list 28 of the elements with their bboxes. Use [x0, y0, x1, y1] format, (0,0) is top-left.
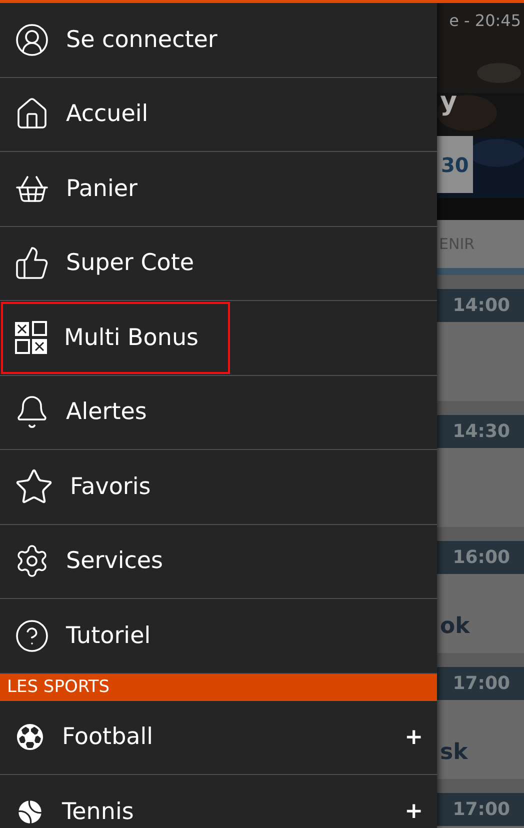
section-header: LES SPORTS [0, 674, 437, 700]
thumbs-up-icon [14, 245, 50, 282]
menu-item[interactable]: Se connecter [0, 3, 437, 78]
event-card[interactable] [437, 322, 524, 401]
menu-item[interactable]: Super Cote [0, 226, 437, 301]
event-header: 14:30 [437, 415, 524, 448]
event-header: 17:00 [437, 667, 524, 700]
menu-item[interactable]: Panier [0, 152, 437, 226]
menu-item[interactable]: Services [0, 524, 437, 599]
sport-item[interactable]: Football + [0, 700, 437, 775]
menu-item[interactable]: Multi Bonus [0, 301, 437, 376]
event-header: 14:00 [437, 289, 524, 322]
status-text: e - 20:45 [449, 11, 521, 30]
banner-title: y [440, 87, 457, 117]
event-header: 17:00 [437, 793, 524, 826]
user-icon [14, 22, 50, 58]
menu-item[interactable]: Accueil [0, 78, 437, 152]
expand-toggle[interactable]: + [404, 724, 423, 750]
expand-toggle[interactable]: + [404, 799, 423, 824]
tennis-ball-icon [17, 798, 43, 825]
help-icon [14, 618, 50, 654]
odds-button[interactable]: 30 [437, 136, 473, 193]
event-card[interactable] [437, 448, 524, 527]
event-name: ok [440, 614, 470, 639]
menu-item[interactable]: Favoris [0, 450, 437, 524]
event-header: 16:00 [437, 541, 524, 574]
event-name: sk [440, 740, 468, 765]
checkbox-grid-icon [14, 320, 48, 355]
